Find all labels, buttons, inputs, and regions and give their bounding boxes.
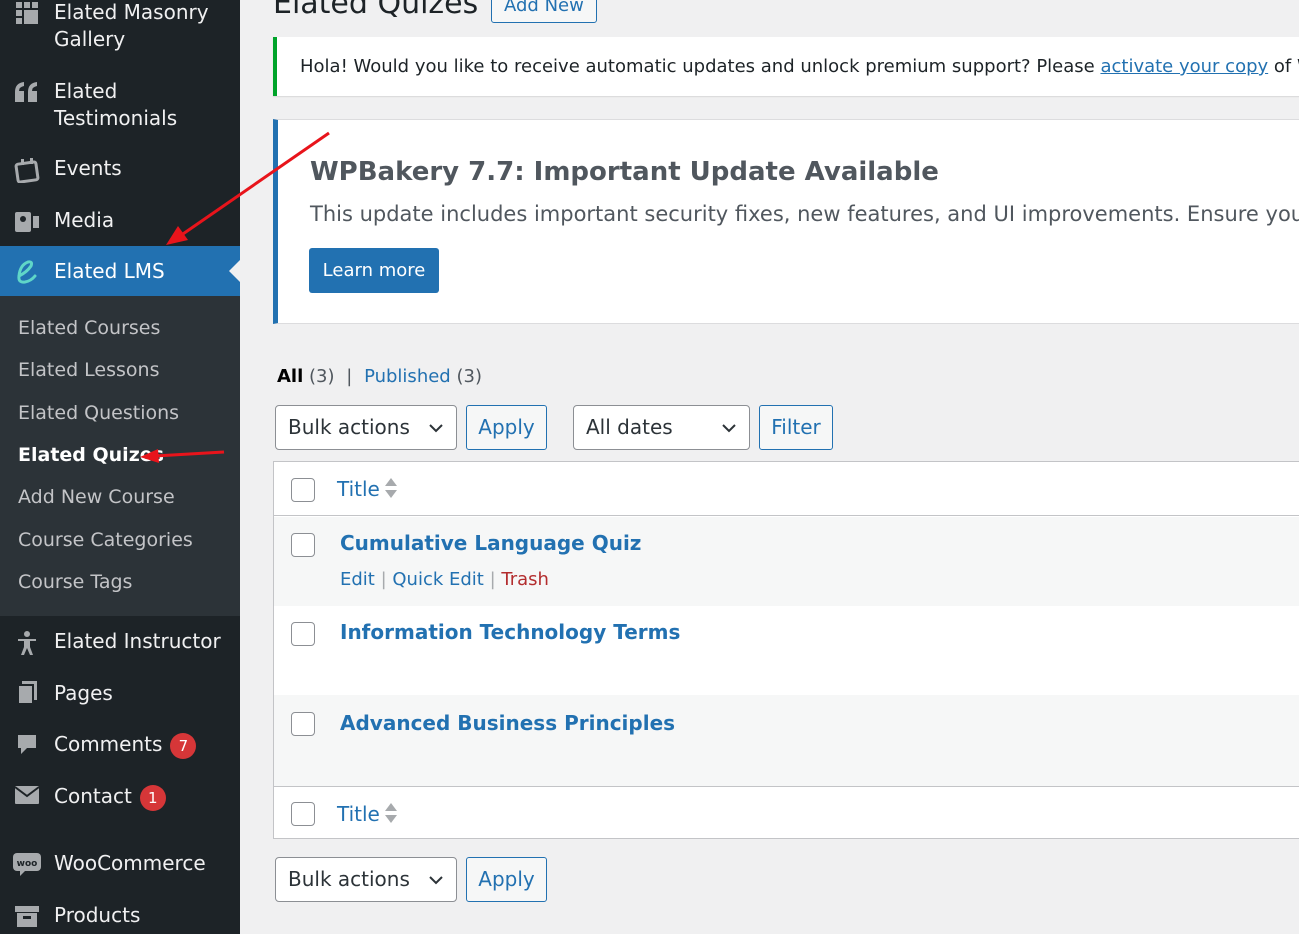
bulk-actions-select-top[interactable]: Bulk actions <box>275 405 457 450</box>
sidebar-item-elated-instructor[interactable]: Elated Instructor <box>0 628 240 660</box>
activate-link[interactable]: activate your copy <box>1100 56 1268 77</box>
filter-button[interactable]: Filter <box>759 405 833 450</box>
table-row: Advanced Business Principles <box>274 695 1299 786</box>
calendar-icon <box>12 155 42 185</box>
sidebar-item-label: Elated LMS <box>54 259 165 283</box>
admin-sidebar: Elated Masonry Gallery Elated Testimonia… <box>0 0 240 934</box>
sidebar-item-media[interactable]: Media <box>0 207 240 239</box>
sidebar-item-label: WooCommerce <box>54 851 206 875</box>
submenu-item-add-new-course[interactable]: Add New Course <box>18 486 175 508</box>
chevron-down-icon <box>429 424 443 433</box>
filter-published-link[interactable]: Published <box>364 366 451 387</box>
quizzes-table: Title Cumulative Language Quiz Edit | Qu… <box>273 461 1299 839</box>
comment-icon <box>12 729 42 759</box>
lms-submenu: Elated Courses Elated Lessons Elated Que… <box>0 296 240 616</box>
row-title-link[interactable]: Cumulative Language Quiz <box>340 531 641 555</box>
table-footer: Title <box>274 786 1299 839</box>
mail-icon <box>12 780 42 810</box>
row-checkbox[interactable] <box>291 622 315 646</box>
sidebar-item-label: Gallery <box>54 27 126 51</box>
sidebar-item-woocommerce[interactable]: woo WooCommerce <box>0 850 240 882</box>
sidebar-item-contact[interactable]: Contact 1 <box>0 783 240 815</box>
woo-icon: woo <box>12 849 42 879</box>
submenu-item-courses[interactable]: Elated Courses <box>18 317 160 339</box>
active-indicator <box>229 260 240 282</box>
filter-separator: | <box>346 366 353 387</box>
submenu-item-lessons[interactable]: Elated Lessons <box>18 359 159 381</box>
column-title-footer[interactable]: Title <box>337 802 380 826</box>
table-row: Cumulative Language Quiz Edit | Quick Ed… <box>274 517 1299 606</box>
elated-e-icon <box>12 257 42 287</box>
add-new-button[interactable]: Add New <box>491 0 597 23</box>
select-value: All dates <box>586 415 673 439</box>
sidebar-item-testimonials[interactable]: Elated Testimonials <box>0 77 240 137</box>
activation-notice: Hola! Would you like to receive automati… <box>273 37 1299 96</box>
sidebar-item-label: Contact <box>54 784 132 808</box>
sidebar-item-masonry-gallery[interactable]: Elated Masonry Gallery <box>0 0 240 60</box>
sidebar-item-label: Elated Instructor <box>54 629 221 653</box>
contact-count-badge: 1 <box>139 784 166 811</box>
notice-title: WPBakery 7.7: Important Update Available <box>310 157 939 187</box>
filter-all-link[interactable]: All <box>277 366 303 387</box>
status-filter-links: All (3) | Published (3) <box>277 366 482 387</box>
pages-icon <box>12 678 42 708</box>
filter-all-count: (3) <box>309 366 335 387</box>
apply-button-top[interactable]: Apply <box>466 405 547 450</box>
column-title-header[interactable]: Title <box>337 477 380 501</box>
notice-description: This update includes important security … <box>310 202 1299 226</box>
sidebar-item-label: Pages <box>54 681 113 705</box>
sidebar-item-label: Testimonials <box>54 106 178 130</box>
sidebar-item-pages[interactable]: Pages <box>0 680 240 712</box>
edit-link[interactable]: Edit <box>340 569 375 590</box>
sort-icon[interactable] <box>384 476 398 500</box>
archive-icon <box>12 901 42 931</box>
sidebar-item-label: Comments <box>54 732 163 756</box>
submenu-item-course-categories[interactable]: Course Categories <box>18 529 193 551</box>
bulk-actions-select-bottom[interactable]: Bulk actions <box>275 857 457 902</box>
quick-edit-link[interactable]: Quick Edit <box>392 569 483 590</box>
row-checkbox[interactable] <box>291 712 315 736</box>
row-checkbox[interactable] <box>291 533 315 557</box>
quote-icon <box>12 77 42 107</box>
sidebar-item-label: Events <box>54 156 122 180</box>
dates-select[interactable]: All dates <box>573 405 750 450</box>
sidebar-item-comments[interactable]: Comments 7 <box>0 731 240 763</box>
submenu-item-course-tags[interactable]: Course Tags <box>18 571 132 593</box>
sidebar-item-events[interactable]: Events <box>0 155 240 187</box>
sidebar-item-label: Products <box>54 903 141 927</box>
sidebar-item-products[interactable]: Products <box>0 902 240 934</box>
sidebar-item-label: Elated <box>54 79 118 103</box>
chevron-down-icon <box>429 876 443 885</box>
sidebar-item-elated-lms[interactable]: Elated LMS <box>0 246 240 296</box>
select-all-checkbox[interactable] <box>291 478 315 502</box>
trash-link[interactable]: Trash <box>501 569 549 590</box>
table-header: Title <box>274 462 1299 516</box>
learn-more-button[interactable]: Learn more <box>309 248 439 293</box>
main-content: Elated Quizes Add New Hola! Would you li… <box>240 0 1299 934</box>
svg-text:woo: woo <box>17 859 38 869</box>
row-actions: Edit | Quick Edit | Trash <box>340 569 549 590</box>
row-title-link[interactable]: Advanced Business Principles <box>340 711 675 735</box>
apply-button-bottom[interactable]: Apply <box>466 857 547 902</box>
grid-icon <box>12 0 42 28</box>
sidebar-item-label: Media <box>54 208 115 232</box>
notice-text: Hola! Would you like to receive automati… <box>300 56 1101 77</box>
media-icon <box>12 207 42 237</box>
row-title-link[interactable]: Information Technology Terms <box>340 620 680 644</box>
select-all-checkbox-bottom[interactable] <box>291 802 315 826</box>
select-value: Bulk actions <box>288 867 410 891</box>
sidebar-item-label: Elated Masonry <box>54 0 209 24</box>
submenu-item-questions[interactable]: Elated Questions <box>18 402 179 424</box>
chevron-down-icon <box>722 424 736 433</box>
select-value: Bulk actions <box>288 415 410 439</box>
notice-text-suffix: of WPBa <box>1273 56 1299 77</box>
sort-icon[interactable] <box>384 801 398 825</box>
page-title: Elated Quizes <box>273 0 479 21</box>
comments-count-badge: 7 <box>170 732 197 759</box>
person-icon <box>12 628 42 658</box>
submenu-item-quizes[interactable]: Elated Quizes <box>18 444 164 466</box>
wpbakery-update-notice: WPBakery 7.7: Important Update Available… <box>273 119 1299 324</box>
table-row: Information Technology Terms <box>274 606 1299 695</box>
filter-published-count: (3) <box>456 366 482 387</box>
